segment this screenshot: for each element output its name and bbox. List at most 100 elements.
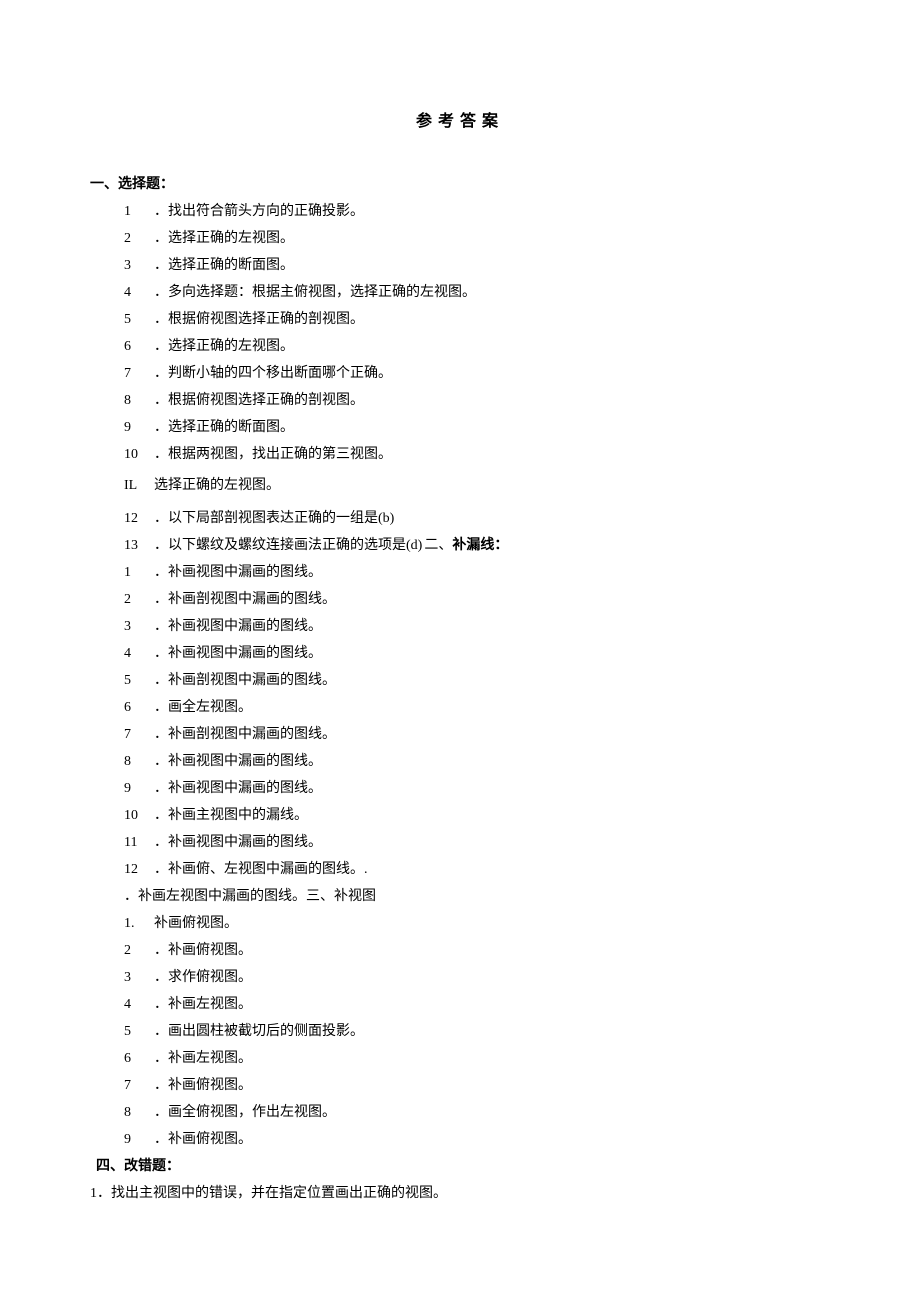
item-number: 7 <box>124 724 148 745</box>
item-text: ．判断小轴的四个移出断面哪个正确。 <box>154 363 392 384</box>
item-text: ．求作俯视图。 <box>154 967 252 988</box>
list-item: IL 选择正确的左视图。 <box>90 475 830 496</box>
list-item: 12 ．以下局部剖视图表达正确的一组是(b) <box>90 508 830 529</box>
list-item: 2．补画剖视图中漏画的图线。 <box>90 589 830 610</box>
section-2-heading-prefix: 二、 <box>424 538 452 553</box>
list-item: 5 ．补画剖视图中漏画的图线。 <box>90 670 830 691</box>
item-number: 8 <box>124 390 148 411</box>
item-number: 1 <box>90 1186 97 1201</box>
item-text: ．补画剖视图中漏画的图线。 <box>154 589 336 610</box>
item-text: ．补画左视图。 <box>154 1048 252 1069</box>
item-text: ．补画剖视图中漏画的图线。 <box>154 670 336 691</box>
item-text: ．以下螺纹及螺纹连接画法正确的选项是(d) <box>154 535 422 556</box>
item-text: ．画出圆柱被截切后的侧面投影。 <box>154 1021 364 1042</box>
item-number: 9 <box>124 778 148 799</box>
list-item: 2．补画俯视图。 <box>90 940 830 961</box>
item-text: ．画全左视图。 <box>154 697 252 718</box>
list-item: 9．补画视图中漏画的图线。 <box>90 778 830 799</box>
list-item: 8 ．补画视图中漏画的图线。 <box>90 751 830 772</box>
item-text: ．补画左视图中漏画的图线。三、补视图 <box>124 889 376 904</box>
item-number: IL <box>124 475 148 496</box>
item-text: ．选择正确的左视图。 <box>154 336 294 357</box>
list-item: 9 ．选择正确的断面图。 <box>90 417 830 438</box>
list-item: 4 ．多向选择题：根据主俯视图，选择正确的左视图。 <box>90 282 830 303</box>
list-item: 11．补画视图中漏画的图线。 <box>90 832 830 853</box>
item-number: 4 <box>124 994 148 1015</box>
item-number: 13 <box>124 535 148 556</box>
item-text: ．根据俯视图选择正确的剖视图。 <box>154 390 364 411</box>
document-page: 参考答案 一、选择题： 1．找出符合箭头方向的正确投影。 2．选择正确的左视图。… <box>0 0 920 1264</box>
item-text: ．补画俯视图。 <box>154 1129 252 1150</box>
list-item: 4 ．补画左视图。 <box>90 994 830 1015</box>
item-text: ．找出主视图中的错误，并在指定位置画出正确的视图。 <box>97 1186 447 1201</box>
item-text: ．补画俯视图。 <box>154 1075 252 1096</box>
list-item: 7 ．补画剖视图中漏画的图线。 <box>90 724 830 745</box>
list-item: 1 ．找出符合箭头方向的正确投影。 <box>90 201 830 222</box>
item-text: ．补画视图中漏画的图线。 <box>154 643 322 664</box>
list-item: 3 ．求作俯视图。 <box>90 967 830 988</box>
list-item: 8．画全俯视图，作出左视图。 <box>90 1102 830 1123</box>
item-text: ．多向选择题：根据主俯视图，选择正确的左视图。 <box>154 282 476 303</box>
list-item: 1.补画俯视图。 <box>90 913 830 934</box>
item-text: ．补画视图中漏画的图线。 <box>154 616 322 637</box>
item-number: 10 <box>124 444 148 465</box>
item-number: 12 <box>124 508 148 529</box>
list-item: 7 ．补画俯视图。 <box>90 1075 830 1096</box>
list-item: 12 ．补画俯、左视图中漏画的图线。. <box>90 859 830 880</box>
list-item: 5 ．画出圆柱被截切后的侧面投影。 <box>90 1021 830 1042</box>
item-number: 9 <box>124 417 148 438</box>
section-4-heading: 四、改错题： <box>96 1156 830 1177</box>
list-item: 5 ．根据俯视图选择正确的剖视图。 <box>90 309 830 330</box>
list-item: 6 ．补画左视图。 <box>90 1048 830 1069</box>
list-item: ．补画左视图中漏画的图线。三、补视图 <box>90 886 830 907</box>
document-title: 参考答案 <box>90 110 830 134</box>
item-text: ．补画俯、左视图中漏画的图线。. <box>154 859 368 880</box>
list-item: 8 ．根据俯视图选择正确的剖视图。 <box>90 390 830 411</box>
item-number: 12 <box>124 859 148 880</box>
item-number: 5 <box>124 309 148 330</box>
item-text: ．补画主视图中的漏线。 <box>154 805 308 826</box>
list-item: 6 ．画全左视图。 <box>90 697 830 718</box>
item-number: 1 <box>124 201 148 222</box>
item-text: ．补画剖视图中漏画的图线。 <box>154 724 336 745</box>
item-number: 4 <box>124 282 148 303</box>
item-number: 5 <box>124 670 148 691</box>
item-number: 8 <box>124 751 148 772</box>
item-number: 3 <box>124 967 148 988</box>
item-text: ．找出符合箭头方向的正确投影。 <box>154 201 364 222</box>
list-item: 9 ．补画俯视图。 <box>90 1129 830 1150</box>
item-text: ．根据俯视图选择正确的剖视图。 <box>154 309 364 330</box>
item-text: ．以下局部剖视图表达正确的一组是(b) <box>154 508 394 529</box>
item-text: ．选择正确的断面图。 <box>154 417 294 438</box>
item-number: 4 <box>124 643 148 664</box>
item-number: 5 <box>124 1021 148 1042</box>
item-number: 1. <box>124 913 148 934</box>
item-number: 2 <box>124 940 148 961</box>
list-item: 10 ．根据两视图，找出正确的第三视图。 <box>90 444 830 465</box>
item-number: 1 <box>124 562 148 583</box>
list-item: 1．找出主视图中的错误，并在指定位置画出正确的视图。 <box>90 1183 830 1204</box>
item-text: ．选择正确的断面图。 <box>154 255 294 276</box>
item-number: 8 <box>124 1102 148 1123</box>
item-number: 7 <box>124 1075 148 1096</box>
item-text: ．补画视图中漏画的图线。 <box>154 751 322 772</box>
item-number: 6 <box>124 1048 148 1069</box>
list-item: 10 ．补画主视图中的漏线。 <box>90 805 830 826</box>
item-number: 2 <box>124 228 148 249</box>
list-item: 6．选择正确的左视图。 <box>90 336 830 357</box>
list-item: 4 ．补画视图中漏画的图线。 <box>90 643 830 664</box>
item-text: ．根据两视图，找出正确的第三视图。 <box>154 444 392 465</box>
item-number: 7 <box>124 363 148 384</box>
item-number: 10 <box>124 805 148 826</box>
list-item: 13．以下螺纹及螺纹连接画法正确的选项是(d)二、补漏线： <box>90 535 830 556</box>
item-number: 3 <box>124 616 148 637</box>
item-number: 11 <box>124 832 148 853</box>
item-number: 6 <box>124 697 148 718</box>
list-item: 7 ．判断小轴的四个移出断面哪个正确。 <box>90 363 830 384</box>
item-text: ．选择正确的左视图。 <box>154 228 294 249</box>
item-text: 选择正确的左视图。 <box>154 475 280 496</box>
item-text: ．补画左视图。 <box>154 994 252 1015</box>
list-item: 1．补画视图中漏画的图线。 <box>90 562 830 583</box>
item-number: 3 <box>124 255 148 276</box>
item-number: 9 <box>124 1129 148 1150</box>
